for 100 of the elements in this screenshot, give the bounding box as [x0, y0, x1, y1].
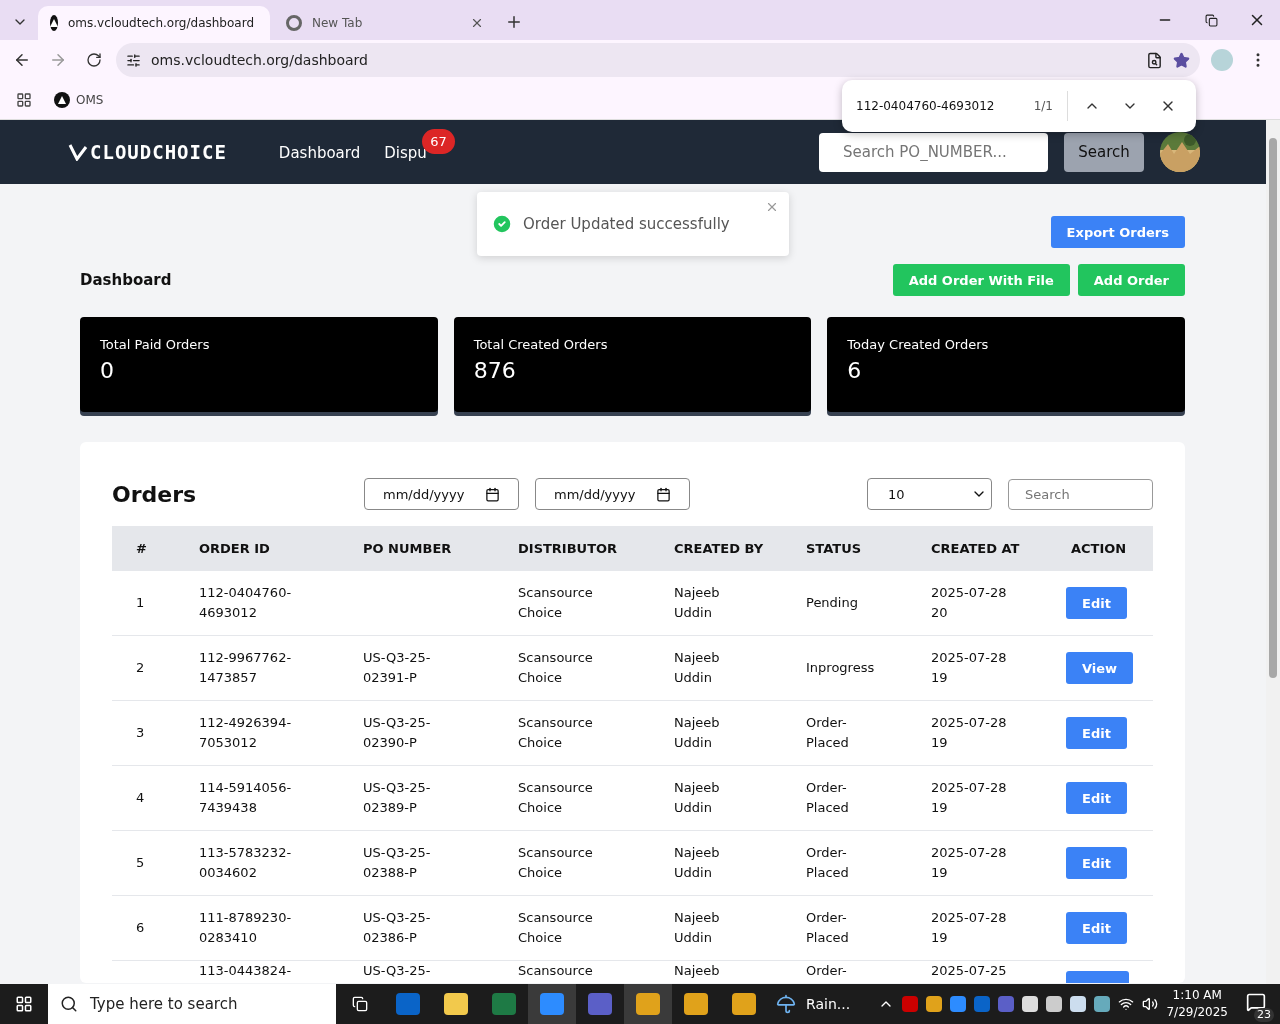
row-action-button[interactable]: View [1066, 652, 1134, 684]
calendar-icon[interactable] [485, 486, 500, 502]
clock-time[interactable]: 1:10 AM [1172, 987, 1222, 1004]
calendar-icon[interactable] [656, 486, 671, 502]
table-cell-text: 2025-07-28 20 [931, 584, 1008, 622]
task-view-icon[interactable] [352, 996, 368, 1012]
table-cell-text: Najeeb Uddin [674, 714, 721, 752]
table-cell-text: 2 [136, 659, 145, 677]
weather-icon [776, 994, 796, 1014]
tray-icon[interactable] [926, 996, 943, 1012]
find-query[interactable]: 112-0404760-4693012 [856, 99, 1024, 113]
plus-icon[interactable] [505, 13, 523, 31]
star-icon[interactable] [1173, 51, 1190, 69]
match-count: 1/1 [1033, 91, 1068, 121]
network-icon[interactable] [1118, 996, 1135, 1012]
table-cell-text: US-Q3-25-02388-P [363, 844, 432, 882]
table-cell-text: US-Q3-25-02390-P [363, 714, 432, 752]
page-title: Dashboard [80, 271, 172, 289]
orders-title: Orders [112, 481, 198, 507]
table-cell-text: Najeeb Uddin [674, 844, 721, 882]
table-cell-text: 2025-07-28 19 [931, 909, 1008, 947]
table-cell-text: Scansource Choice [518, 584, 594, 622]
row-action-button[interactable]: Edit [1066, 782, 1127, 814]
stat-label: Today Created Orders [847, 337, 990, 352]
table-cell-text: Order-Placed [806, 844, 850, 882]
table-cell-text: 3 [136, 724, 145, 742]
clock-date[interactable]: 7/29/2025 [1166, 1004, 1228, 1021]
tray-icon[interactable] [1022, 996, 1039, 1012]
table-cell-text: Najeeb Uddin [674, 909, 721, 947]
close-icon[interactable] [470, 16, 484, 30]
column-header: ACTION [1047, 526, 1153, 571]
triangle-logo-icon[interactable] [54, 91, 70, 108]
table-cell-text: Najeeb Uddin [674, 779, 721, 817]
table-cell-text: Scansource Choice [518, 779, 594, 817]
stat-value: 6 [847, 358, 863, 383]
nav-link[interactable]: Dashboard [278, 143, 361, 162]
table-cell: Najeeb [674, 963, 720, 978]
table-cell-text: Najeeb Uddin [674, 649, 721, 687]
site-settings-icon[interactable] [126, 52, 141, 68]
taskbar-app-icon[interactable] [732, 993, 756, 1015]
table-cell-text: 112-4926394-7053012 [199, 714, 293, 752]
scrollbar[interactable] [1266, 120, 1280, 984]
triangle-logo-icon [50, 15, 58, 31]
bookmark[interactable]: OMS [76, 92, 104, 107]
cloudchoice-logo[interactable]: CLOUDCHOICE [68, 141, 227, 163]
row-action-button[interactable]: Edit [1066, 847, 1127, 879]
column-header: # [112, 526, 175, 571]
notifications-icon[interactable] [1246, 992, 1266, 1012]
tray-icon[interactable] [1070, 996, 1087, 1012]
toast-message: Order Updated successfully [523, 215, 730, 233]
user-avatar[interactable] [1160, 132, 1200, 172]
table-cell-text: 2025-07-28 19 [931, 714, 1008, 752]
export-orders-button[interactable]: Export Orders [1050, 216, 1185, 248]
stat-label: Total Created Orders [473, 337, 609, 352]
forward-arrow-icon[interactable] [49, 51, 67, 69]
search-button[interactable]: Search [1064, 132, 1144, 172]
table-cell-text: 112-9967762-1473857 [199, 649, 293, 687]
browser-tab[interactable]: New Tab [274, 6, 496, 40]
tray-icon[interactable] [950, 996, 967, 1012]
check-icon [491, 213, 513, 235]
row-action-button[interactable]: Edit [1066, 912, 1127, 944]
table-cell-text: Inprogress [806, 659, 875, 677]
search-field[interactable]: Search [1008, 478, 1153, 510]
column-header: CREATED BY [650, 526, 782, 571]
table-cell-text: 113-5783232-0034602 [199, 844, 293, 882]
volume-icon[interactable] [1142, 996, 1159, 1012]
column-header: ORDER ID [175, 526, 339, 571]
column-header: CREATED AT [907, 526, 1047, 571]
tray-icon[interactable] [1046, 996, 1063, 1012]
table-cell-text: 6 [136, 919, 145, 937]
page-search-icon[interactable] [1146, 51, 1163, 69]
windows-start-icon[interactable] [15, 995, 33, 1013]
row-action-button[interactable]: Edit [1066, 587, 1127, 619]
tray-icon[interactable] [1094, 996, 1111, 1012]
restore-icon[interactable] [1204, 13, 1218, 27]
browser-tab[interactable]: oms.vcloudtech.org/dashboard [38, 6, 270, 40]
reload-icon[interactable] [86, 52, 102, 68]
table-cell-text: Najeeb Uddin [674, 584, 721, 622]
page-size-select[interactable]: 10 [888, 486, 905, 502]
column-header: DISTRIBUTOR [494, 526, 650, 571]
table-cell-text: 2025-07-28 19 [931, 649, 1008, 687]
table-cell-text: 111-8789230-0283410 [199, 909, 293, 947]
column-header: STATUS [782, 526, 907, 571]
table-cell-text: 2025-07-28 19 [931, 844, 1008, 882]
taskbar-app-icon[interactable] [636, 993, 660, 1015]
table-cell-text: 112-0404760-4693012 [199, 584, 293, 622]
table-cell-text: Scansource Choice [518, 909, 594, 947]
row-action-button[interactable]: Edit [1066, 717, 1127, 749]
notification-count: 23 [1254, 1008, 1274, 1022]
weather-text: Rain... [806, 996, 851, 1012]
taskbar-app-icon[interactable] [444, 993, 468, 1015]
table-cell-text: 2025-07-28 19 [931, 779, 1008, 817]
search-icon [60, 995, 78, 1013]
apps-icon[interactable] [16, 91, 32, 108]
table-cell-text: 114-5914056-7439438 [199, 779, 293, 817]
taskbar-app-icon[interactable] [684, 993, 708, 1015]
table-cell-text: 1 [136, 594, 145, 612]
search-field[interactable]: Search PO_NUMBER... [819, 132, 1048, 172]
stat-label: Total Paid Orders [100, 337, 211, 352]
table-cell: 113-0443824- [199, 963, 292, 978]
